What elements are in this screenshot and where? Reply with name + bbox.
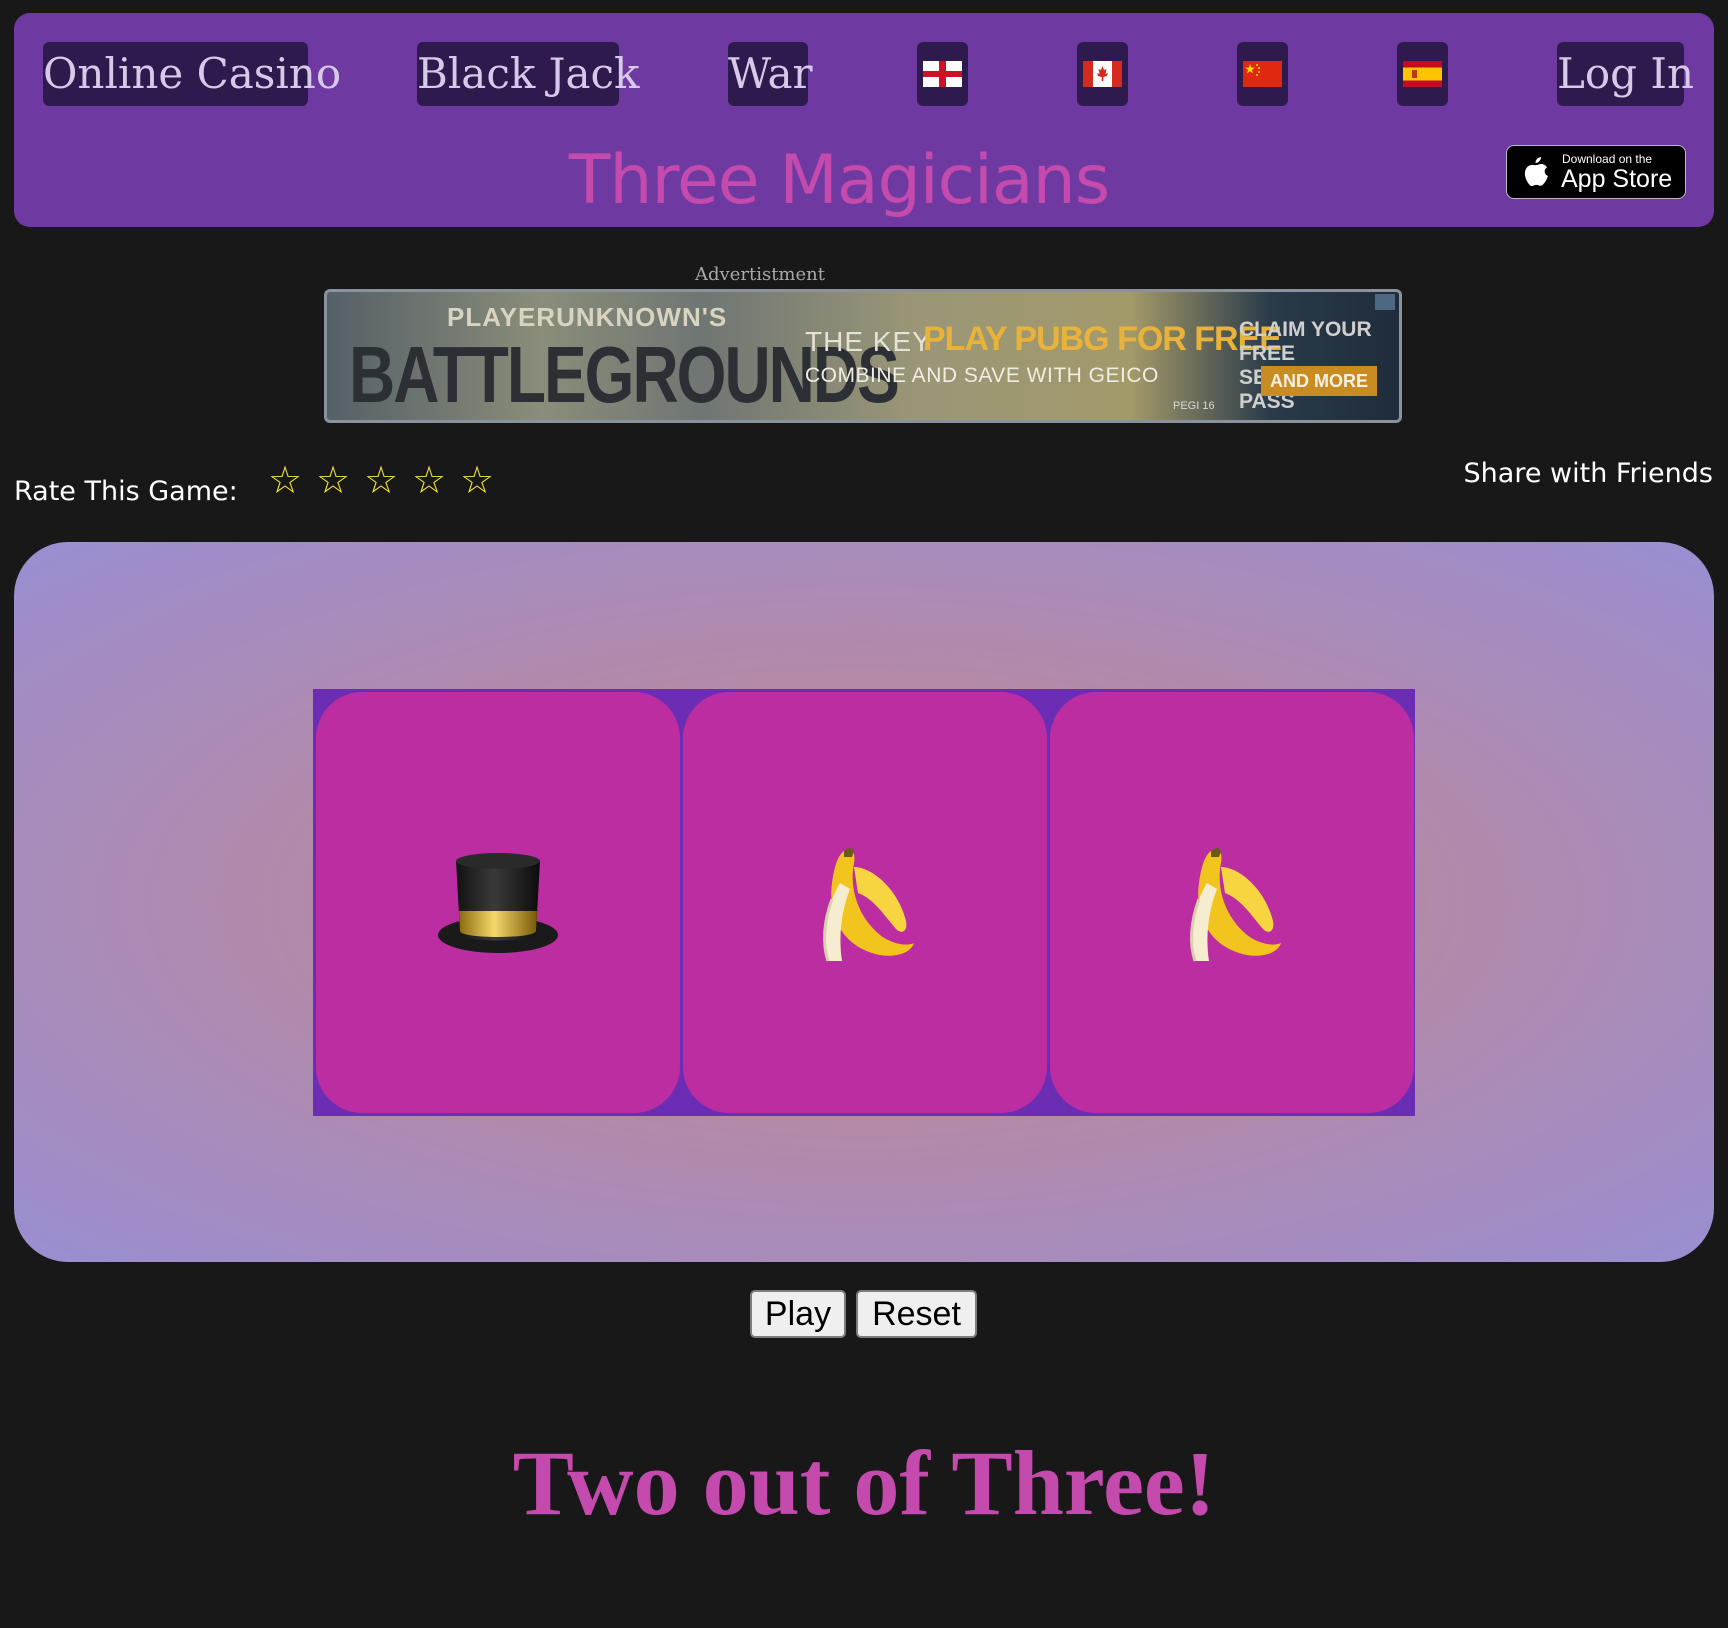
reset-button[interactable]: Reset (856, 1290, 977, 1338)
app-store-badge[interactable]: Download on the App Store (1506, 145, 1686, 199)
banana-icon (823, 847, 914, 961)
star-icon-2[interactable]: ☆ (316, 458, 350, 502)
star-icon-4[interactable]: ☆ (412, 458, 446, 502)
ad-key-text: THE KEY (805, 326, 932, 357)
result-message: Two out of Three! (512, 1432, 1216, 1534)
spain-flag-icon (1403, 61, 1442, 87)
ad-label: Advertistment (695, 264, 825, 285)
rate-label: Rate This Game: (14, 476, 238, 507)
share-with-friends[interactable]: Share with Friends (1464, 458, 1713, 489)
reel-2 (683, 692, 1047, 1113)
reel-1 (316, 692, 680, 1113)
log-in-button[interactable]: Log In (1557, 42, 1694, 106)
app-store-small-text: Download on the (1562, 152, 1653, 166)
language-canada-button[interactable] (1077, 42, 1128, 106)
app-store-big-text: App Store (1561, 165, 1673, 193)
language-english-button[interactable] (917, 42, 968, 106)
china-flag-icon (1243, 61, 1282, 87)
top-hat-icon (438, 852, 558, 953)
apple-icon (1524, 157, 1548, 187)
ad-info-icon[interactable] (1375, 294, 1395, 310)
star-icon-1[interactable]: ☆ (268, 458, 302, 502)
language-spain-button[interactable] (1397, 42, 1448, 106)
play-button[interactable]: Play (750, 1290, 846, 1338)
ad-pegi-text: PEGI 16 (1173, 400, 1215, 412)
nav-black-jack[interactable]: Black Jack (417, 42, 640, 106)
nav-war[interactable]: War (728, 42, 813, 106)
header-bar: Online Casino Black Jack War Log In Thre… (14, 13, 1714, 227)
star-icon-5[interactable]: ☆ (460, 458, 494, 502)
nav-online-casino[interactable]: Online Casino (43, 42, 341, 106)
page: Online Casino Black Jack War Log In Thre… (0, 0, 1728, 1628)
reel-frame (313, 689, 1415, 1116)
game-board (14, 542, 1714, 1262)
ad-play-text: PLAY PUBG FOR FREE (923, 320, 1282, 358)
banana-icon (1190, 847, 1281, 961)
canada-flag-icon (1083, 61, 1122, 87)
ad-banner[interactable]: BATTLEGROUNDS PLAYERUNKNOWN'S THE KEY PL… (324, 289, 1402, 423)
reel-3 (1050, 692, 1414, 1113)
language-china-button[interactable] (1237, 42, 1288, 106)
ad-combine-text: COMBINE AND SAVE WITH GEICO (805, 364, 1159, 387)
england-flag-icon (923, 61, 962, 87)
ad-pubg-subtitle: PLAYERUNKNOWN'S (447, 302, 728, 332)
star-icon-3[interactable]: ☆ (364, 458, 398, 502)
ad-more-button[interactable]: AND MORE (1261, 366, 1377, 396)
page-title: Three Magicians (568, 141, 1110, 220)
